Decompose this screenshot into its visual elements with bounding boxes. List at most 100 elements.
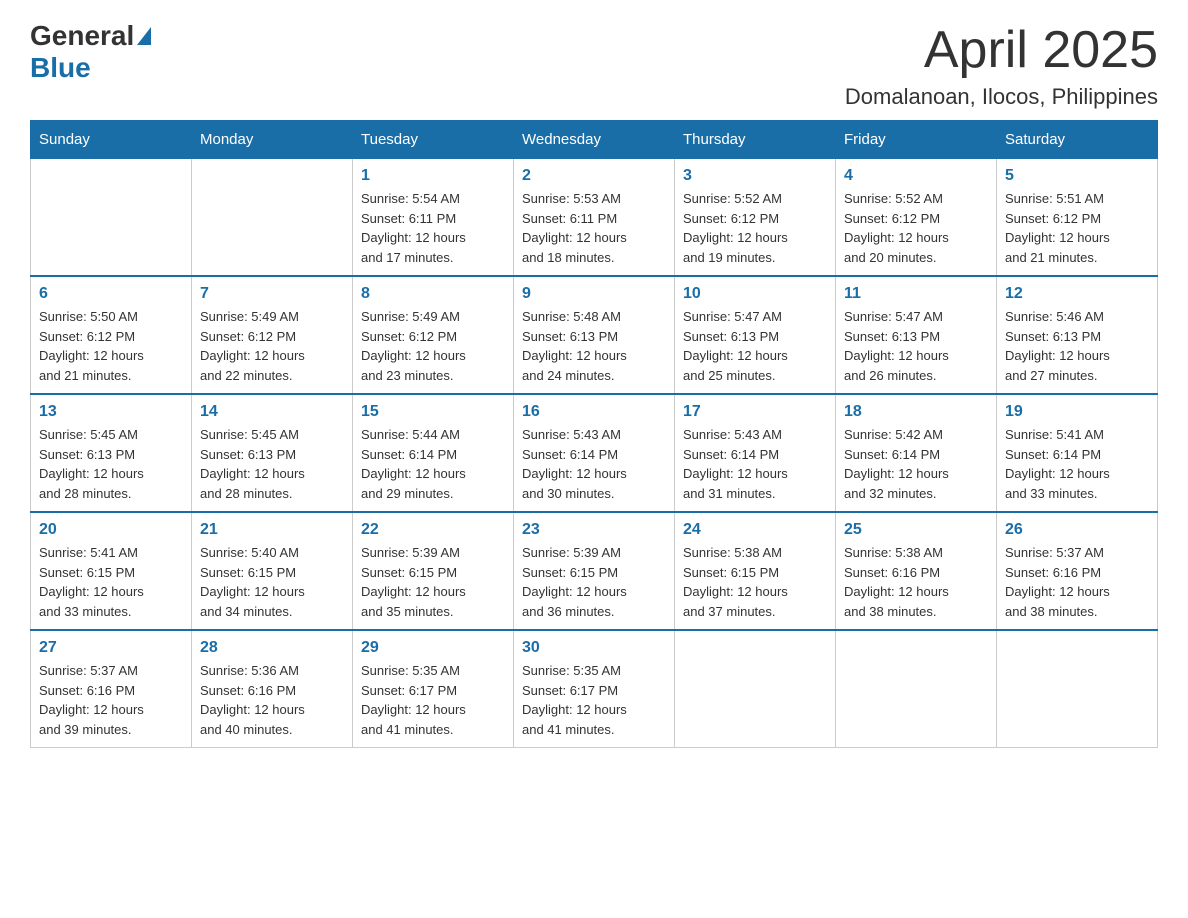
logo-general-text: General (30, 20, 134, 52)
day-number: 19 (1005, 403, 1149, 421)
calendar-cell (675, 630, 836, 748)
day-number: 23 (522, 521, 666, 539)
day-number: 7 (200, 285, 344, 303)
calendar-cell: 17 Sunrise: 5:43 AM Sunset: 6:14 PM Dayli… (675, 394, 836, 512)
day-number: 5 (1005, 167, 1149, 185)
calendar-cell: 12 Sunrise: 5:46 AM Sunset: 6:13 PM Dayli… (997, 276, 1158, 394)
calendar-week-row: 13 Sunrise: 5:45 AM Sunset: 6:13 PM Dayli… (31, 394, 1158, 512)
day-info: Sunrise: 5:43 AM Sunset: 6:14 PM Dayligh… (683, 425, 827, 503)
day-info: Sunrise: 5:38 AM Sunset: 6:15 PM Dayligh… (683, 543, 827, 621)
day-number: 2 (522, 167, 666, 185)
day-info: Sunrise: 5:37 AM Sunset: 6:16 PM Dayligh… (39, 661, 183, 739)
calendar-cell: 21 Sunrise: 5:40 AM Sunset: 6:15 PM Dayli… (192, 512, 353, 630)
calendar-cell: 25 Sunrise: 5:38 AM Sunset: 6:16 PM Dayli… (836, 512, 997, 630)
day-info: Sunrise: 5:40 AM Sunset: 6:15 PM Dayligh… (200, 543, 344, 621)
day-info: Sunrise: 5:38 AM Sunset: 6:16 PM Dayligh… (844, 543, 988, 621)
logo: General Blue (30, 20, 154, 84)
day-number: 9 (522, 285, 666, 303)
calendar-cell: 5 Sunrise: 5:51 AM Sunset: 6:12 PM Daylig… (997, 159, 1158, 277)
day-number: 17 (683, 403, 827, 421)
calendar-cell: 9 Sunrise: 5:48 AM Sunset: 6:13 PM Daylig… (514, 276, 675, 394)
day-info: Sunrise: 5:45 AM Sunset: 6:13 PM Dayligh… (200, 425, 344, 503)
day-info: Sunrise: 5:47 AM Sunset: 6:13 PM Dayligh… (844, 307, 988, 385)
day-number: 21 (200, 521, 344, 539)
day-info: Sunrise: 5:51 AM Sunset: 6:12 PM Dayligh… (1005, 189, 1149, 267)
calendar-cell (192, 159, 353, 277)
calendar-cell: 2 Sunrise: 5:53 AM Sunset: 6:11 PM Daylig… (514, 159, 675, 277)
location-title: Domalanoan, Ilocos, Philippines (845, 84, 1158, 110)
calendar-cell: 30 Sunrise: 5:35 AM Sunset: 6:17 PM Dayli… (514, 630, 675, 748)
calendar-cell: 16Sunrise: 5:43 AM Sunset: 6:14 PM Dayli… (514, 394, 675, 512)
calendar-cell: 26 Sunrise: 5:37 AM Sunset: 6:16 PM Dayli… (997, 512, 1158, 630)
day-number: 30 (522, 639, 666, 657)
calendar-header: SundayMondayTuesdayWednesdayThursdayFrid… (31, 121, 1158, 159)
logo-blue-text: Blue (30, 52, 91, 84)
calendar-cell: 11 Sunrise: 5:47 AM Sunset: 6:13 PM Dayli… (836, 276, 997, 394)
page-header: General Blue April 2025 Domalanoan, Iloc… (30, 20, 1158, 110)
calendar-cell: 28Sunrise: 5:36 AM Sunset: 6:16 PM Dayli… (192, 630, 353, 748)
day-info: Sunrise: 5:41 AM Sunset: 6:14 PM Dayligh… (1005, 425, 1149, 503)
calendar-cell: 18Sunrise: 5:42 AM Sunset: 6:14 PM Dayli… (836, 394, 997, 512)
calendar-cell: 23 Sunrise: 5:39 AM Sunset: 6:15 PM Dayli… (514, 512, 675, 630)
day-info: Sunrise: 5:52 AM Sunset: 6:12 PM Dayligh… (683, 189, 827, 267)
day-number: 12 (1005, 285, 1149, 303)
calendar-cell (836, 630, 997, 748)
day-number: 20 (39, 521, 183, 539)
calendar-cell: 13Sunrise: 5:45 AM Sunset: 6:13 PM Dayli… (31, 394, 192, 512)
day-number: 3 (683, 167, 827, 185)
day-info: Sunrise: 5:37 AM Sunset: 6:16 PM Dayligh… (1005, 543, 1149, 621)
calendar-cell (997, 630, 1158, 748)
day-number: 27 (39, 639, 183, 657)
day-info: Sunrise: 5:35 AM Sunset: 6:17 PM Dayligh… (361, 661, 505, 739)
calendar-week-row: 27 Sunrise: 5:37 AM Sunset: 6:16 PM Dayli… (31, 630, 1158, 748)
day-number: 8 (361, 285, 505, 303)
day-number: 1 (361, 167, 505, 185)
day-info: Sunrise: 5:35 AM Sunset: 6:17 PM Dayligh… (522, 661, 666, 739)
calendar-body: 1 Sunrise: 5:54 AM Sunset: 6:11 PM Daylig… (31, 159, 1158, 748)
calendar-week-row: 20Sunrise: 5:41 AM Sunset: 6:15 PM Dayli… (31, 512, 1158, 630)
day-number: 18 (844, 403, 988, 421)
calendar-cell (31, 159, 192, 277)
day-number: 29 (361, 639, 505, 657)
calendar-cell: 7 Sunrise: 5:49 AM Sunset: 6:12 PM Daylig… (192, 276, 353, 394)
day-number: 13 (39, 403, 183, 421)
calendar-cell: 6Sunrise: 5:50 AM Sunset: 6:12 PM Daylig… (31, 276, 192, 394)
weekday-header-tuesday: Tuesday (353, 121, 514, 159)
calendar-week-row: 1 Sunrise: 5:54 AM Sunset: 6:11 PM Daylig… (31, 159, 1158, 277)
calendar-cell: 19 Sunrise: 5:41 AM Sunset: 6:14 PM Dayli… (997, 394, 1158, 512)
day-number: 6 (39, 285, 183, 303)
calendar-cell: 15 Sunrise: 5:44 AM Sunset: 6:14 PM Dayli… (353, 394, 514, 512)
weekday-header-friday: Friday (836, 121, 997, 159)
title-area: April 2025 Domalanoan, Ilocos, Philippin… (845, 20, 1158, 110)
weekday-header-row: SundayMondayTuesdayWednesdayThursdayFrid… (31, 121, 1158, 159)
day-number: 24 (683, 521, 827, 539)
weekday-header-wednesday: Wednesday (514, 121, 675, 159)
day-info: Sunrise: 5:53 AM Sunset: 6:11 PM Dayligh… (522, 189, 666, 267)
calendar-cell: 24 Sunrise: 5:38 AM Sunset: 6:15 PM Dayli… (675, 512, 836, 630)
month-title: April 2025 (845, 20, 1158, 80)
day-info: Sunrise: 5:36 AM Sunset: 6:16 PM Dayligh… (200, 661, 344, 739)
day-info: Sunrise: 5:54 AM Sunset: 6:11 PM Dayligh… (361, 189, 505, 267)
day-info: Sunrise: 5:52 AM Sunset: 6:12 PM Dayligh… (844, 189, 988, 267)
logo-triangle-icon (137, 27, 151, 45)
day-info: Sunrise: 5:39 AM Sunset: 6:15 PM Dayligh… (522, 543, 666, 621)
weekday-header-saturday: Saturday (997, 121, 1158, 159)
day-info: Sunrise: 5:46 AM Sunset: 6:13 PM Dayligh… (1005, 307, 1149, 385)
day-number: 25 (844, 521, 988, 539)
day-info: Sunrise: 5:48 AM Sunset: 6:13 PM Dayligh… (522, 307, 666, 385)
day-number: 22 (361, 521, 505, 539)
day-number: 10 (683, 285, 827, 303)
calendar-cell: 4 Sunrise: 5:52 AM Sunset: 6:12 PM Daylig… (836, 159, 997, 277)
weekday-header-monday: Monday (192, 121, 353, 159)
weekday-header-thursday: Thursday (675, 121, 836, 159)
calendar-cell: 14Sunrise: 5:45 AM Sunset: 6:13 PM Dayli… (192, 394, 353, 512)
day-info: Sunrise: 5:44 AM Sunset: 6:14 PM Dayligh… (361, 425, 505, 503)
calendar-cell: 22Sunrise: 5:39 AM Sunset: 6:15 PM Dayli… (353, 512, 514, 630)
day-info: Sunrise: 5:49 AM Sunset: 6:12 PM Dayligh… (200, 307, 344, 385)
weekday-header-sunday: Sunday (31, 121, 192, 159)
day-number: 11 (844, 285, 988, 303)
calendar-week-row: 6Sunrise: 5:50 AM Sunset: 6:12 PM Daylig… (31, 276, 1158, 394)
day-number: 26 (1005, 521, 1149, 539)
day-number: 4 (844, 167, 988, 185)
day-number: 15 (361, 403, 505, 421)
